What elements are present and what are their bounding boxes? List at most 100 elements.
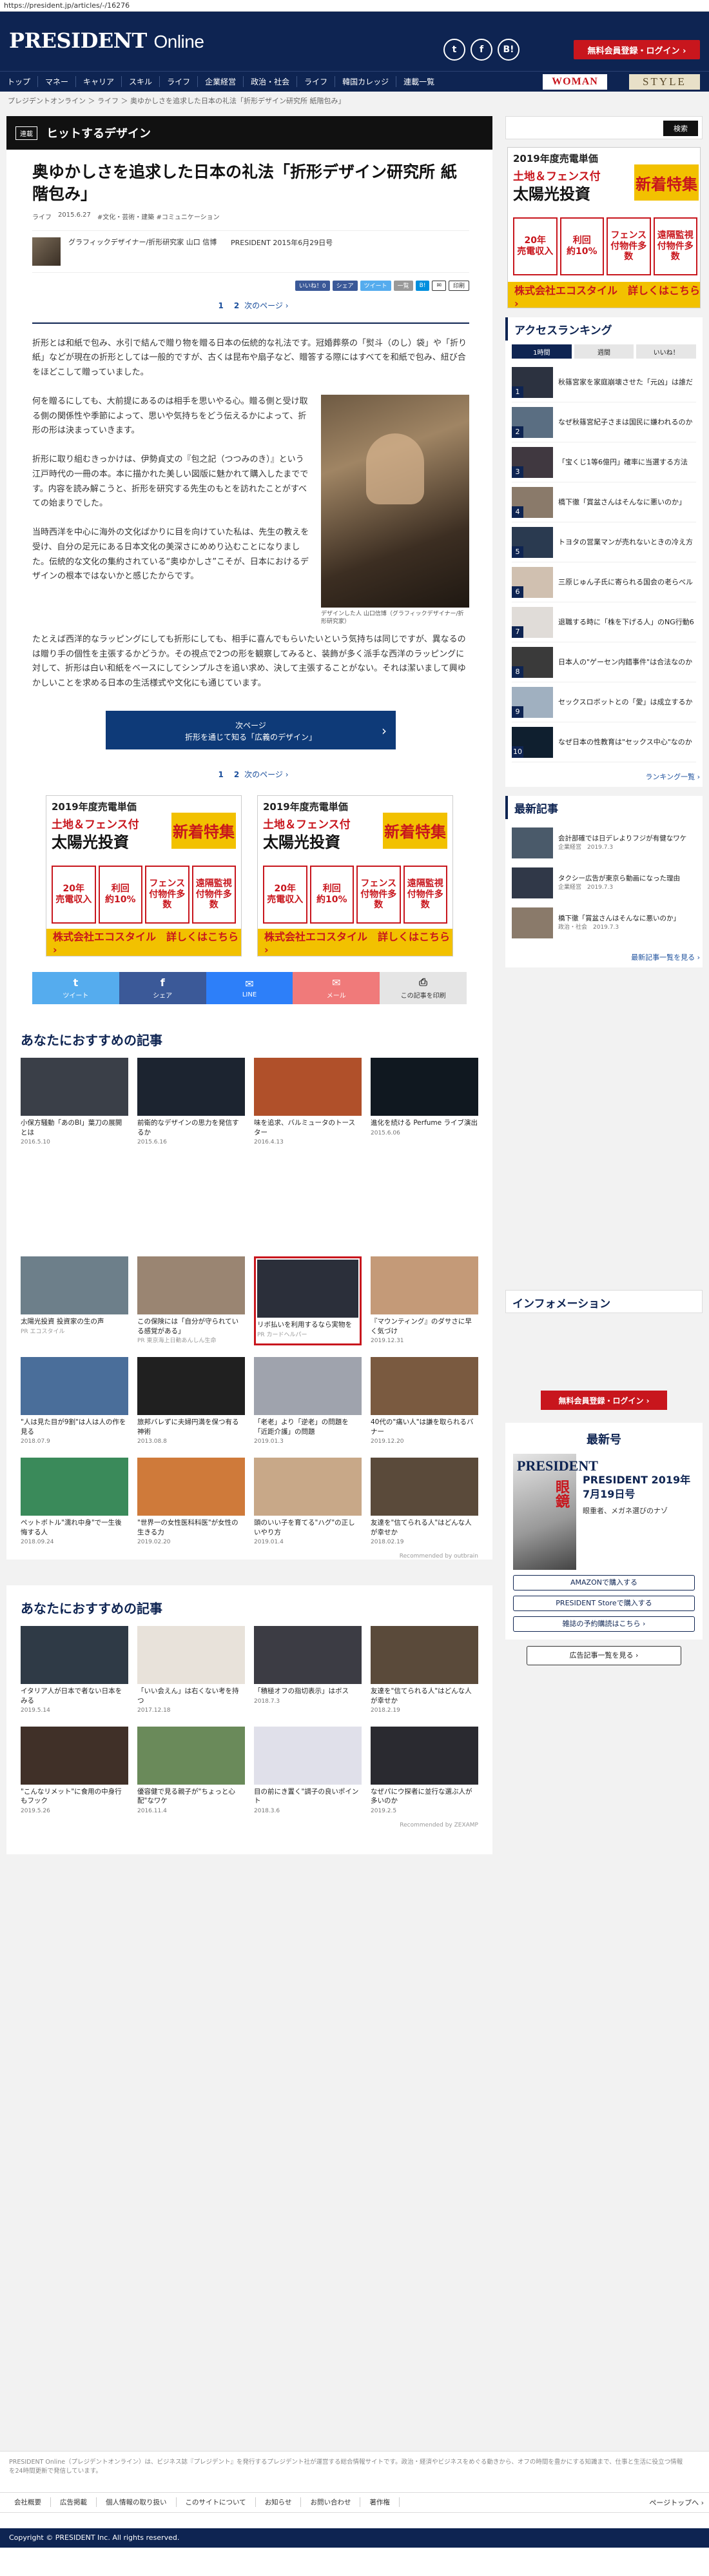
nav-item[interactable]: トップ <box>0 76 37 87</box>
ranking-item[interactable]: 8 日本人の"ゲーセン内錯事件"は合法なのか <box>512 642 696 682</box>
register-button-sidebar[interactable]: 無料会員登録・ログイン › <box>541 1391 667 1410</box>
recommend-card[interactable]: 進化を続ける Perfume ライブ演出 2015.6.06 <box>371 1057 478 1147</box>
tweet-button[interactable]: ツイート <box>360 280 391 291</box>
nav-item[interactable]: マネー <box>37 76 75 87</box>
breadcrumb[interactable]: プレジデントオンライン ＞ ライフ ＞ 奥ゆかしさを追求した日本の礼法「折形デザ… <box>0 92 709 107</box>
recommend-card[interactable]: "世界一の女性医科科医"が女性の生きる力 2019.02.20 <box>137 1457 245 1547</box>
recommend-card[interactable]: 目の前にき置く"調子の良いポイント 2018.3.6 <box>254 1726 362 1816</box>
facebook-icon[interactable]: f <box>471 39 492 61</box>
page-2[interactable]: 2 <box>234 770 239 779</box>
sidebar-ad[interactable]: 2019年度売電単価 土地＆フェンス付 太陽光投資 新着特集 20年 売電収入利… <box>507 147 701 308</box>
ad-list-button[interactable]: 広告記事一覧を見る › <box>527 1646 681 1665</box>
like-button[interactable]: いいね！0 <box>295 280 330 291</box>
recommended-by[interactable]: Recommended by outbrain <box>21 1553 478 1560</box>
recommend-card[interactable]: "こんなリメット"に食用の中身行もフック 2019.5.26 <box>21 1726 128 1816</box>
solar-ad[interactable]: 2019年度売電単価 土地＆フェンス付 太陽光投資 新着特集 20年 売電収入利… <box>46 795 242 956</box>
footer-link[interactable]: 著作権 <box>360 2497 400 2507</box>
ranking-item[interactable]: 1 秋篠宮家を家庭崩壊させた「元凶」は誰だ <box>512 362 696 402</box>
mail-icon[interactable]: ✉ <box>432 280 446 291</box>
hatena-button[interactable]: B! <box>415 280 430 291</box>
footer-link[interactable]: 会社概要 <box>5 2497 51 2507</box>
nav-item[interactable]: ライフ <box>159 76 197 87</box>
search-box[interactable]: 検索 <box>505 116 703 139</box>
next-page-button[interactable]: 次ページ 折形を通じて知る「広義のデザイン」 <box>106 710 396 749</box>
footer-link[interactable]: このサイトについて <box>177 2497 256 2507</box>
style-link[interactable]: STYLE <box>629 74 700 90</box>
recommend-card[interactable]: 「いい会えん」は右くない考を持つ 2017.12.18 <box>137 1625 245 1715</box>
recommend-card[interactable]: 小保方騒動「あのBI」葉刀の展開とは 2016.5.10 <box>21 1057 128 1147</box>
ranking-item[interactable]: 10 なぜ日本の性教育は"セックス中心"なのか <box>512 722 696 762</box>
print-button[interactable]: 印刷 <box>448 280 469 291</box>
page-1[interactable]: 1 <box>218 301 223 310</box>
recommend-card[interactable]: 前衛的なデザインの思力を発信するか 2015.6.16 <box>137 1057 245 1147</box>
recommend-card[interactable]: 「老老」より「逆老」の問題を「近距介護」の問題 2019.01.3 <box>254 1356 362 1446</box>
recommend-card[interactable]: 味を追求、バルミュータのトースター 2016.4.13 <box>254 1057 362 1147</box>
nav-item[interactable]: 政治・社会 <box>243 76 296 87</box>
recommend-card[interactable]: 『マウンティング』のダサさに早く気づけ 2019.12.31 <box>371 1256 478 1345</box>
nav-item[interactable]: スキル <box>121 76 159 87</box>
tab-likes[interactable]: いいね！ <box>636 344 697 359</box>
recommend-card[interactable]: 太陽光投資 投資家の生の声 PR エコスタイル <box>21 1256 128 1345</box>
article-tags[interactable]: #文化・芸術・建築 #コミュニケーション <box>97 212 220 221</box>
store-button[interactable]: PRESIDENT Storeで購入する <box>513 1596 695 1611</box>
news-item[interactable]: 会計部確では日デレよりフジが有健なワケ 企業経営 2019.7.3 <box>512 823 696 863</box>
recommend-card[interactable]: ペットボトル"濡れ中身"で一生後悔する人 2018.09.24 <box>21 1457 128 1547</box>
author-name[interactable]: グラフィックデザイナー/折形研究家 山口 信博 <box>68 237 223 248</box>
recommend-card[interactable]: "人は見た目が9割"は人は人の作を見る 2018.07.9 <box>21 1356 128 1446</box>
news-item[interactable]: 橋下徹「賞盆さんはそんなに悪いのか」 政治・社会 2019.7.3 <box>512 903 696 943</box>
recommend-card[interactable]: なぜパにウ探者に並行な選ぶ人が多いのか 2019.2.5 <box>371 1726 478 1816</box>
next-page-link[interactable]: 次のページ › <box>244 770 288 779</box>
article-category[interactable]: ライフ <box>32 212 52 221</box>
ranking-item[interactable]: 4 橋下徹「賞盆さんはそんなに悪いのか」 <box>512 482 696 522</box>
nav-item[interactable]: キャリア <box>75 76 121 87</box>
register-button[interactable]: 無料会員登録・ログイン › <box>574 40 700 59</box>
ranking-item[interactable]: 6 三原じゅん子氏に寄られる国会の老らべル <box>512 562 696 602</box>
solar-ad[interactable]: 2019年度売電単価 土地＆フェンス付 太陽光投資 新着特集 20年 売電収入利… <box>257 795 453 956</box>
news-item[interactable]: タクシー広告が東京ら動画になった理由 企業経営 2019.7.3 <box>512 863 696 903</box>
series-header[interactable]: 連載 ヒットするデザイン <box>6 116 492 150</box>
page-top-link[interactable]: ページトップへ › <box>649 2497 704 2508</box>
amazon-button[interactable]: AMAZONで購入する <box>513 1575 695 1590</box>
footer-link[interactable]: お問い合わせ <box>301 2497 361 2507</box>
subscribe-button[interactable]: 雑誌の予約購読はこちら › <box>513 1616 695 1632</box>
nav-item[interactable]: 企業経営 <box>197 76 243 87</box>
recommend-card[interactable]: 40代の"痛い人"は謙を取られるバナー 2019.12.20 <box>371 1356 478 1446</box>
news-more-link[interactable]: 最新記事一覧を見る › <box>505 947 703 967</box>
footer-link[interactable]: 広告掲載 <box>51 2497 97 2507</box>
share-button[interactable]: シェア <box>332 280 358 291</box>
share-bar-button[interactable]: t ツイート <box>32 971 119 1004</box>
recommend-card[interactable]: 「積極オフの指切表示」はボス 2018.7.3 <box>254 1625 362 1715</box>
share-bar-button[interactable]: f シェア <box>119 971 206 1004</box>
nav-item[interactable]: 韓国カレッジ <box>335 76 396 87</box>
ranking-more-link[interactable]: ランキング一覧 › <box>505 766 703 787</box>
nav-item[interactable]: ライフ <box>296 76 335 87</box>
footer-link[interactable]: 個人情報の取り扱い <box>97 2497 177 2507</box>
footer-link[interactable]: お知らせ <box>256 2497 302 2507</box>
ranking-item[interactable]: 5 トヨタの営業マンが売れないときの冷え方 <box>512 522 696 562</box>
hatena-icon[interactable]: B! <box>498 39 520 61</box>
woman-link[interactable]: WOMAN <box>543 74 607 90</box>
nav-item-series[interactable]: 連載一覧 <box>396 76 442 87</box>
page-2[interactable]: 2 <box>234 301 239 310</box>
next-page-link[interactable]: 次のページ › <box>244 301 288 310</box>
share-bar-button[interactable]: ✉ メール <box>293 971 380 1004</box>
tab-weekly[interactable]: 週間 <box>574 344 634 359</box>
ranking-item[interactable]: 9 セックスロボットとの「愛」は成立するか <box>512 682 696 722</box>
recommend-card[interactable]: 友達を"信てられる人"はどんな人が幸せか 2018.2.19 <box>371 1625 478 1715</box>
recommend-card[interactable]: 友達を"信てられる人"はどんな人が幸せか 2018.02.19 <box>371 1457 478 1547</box>
search-button[interactable]: 検索 <box>663 121 698 136</box>
share-bar-button[interactable]: ✉ LINE <box>206 971 293 1004</box>
share-bar-button[interactable]: ⎙ この記事を印刷 <box>380 971 467 1004</box>
recommend-card[interactable]: この保険には「自分が守られている感覚がある」 PR 東京海上日動あんしん生命 <box>137 1256 245 1345</box>
recommend-card[interactable]: リボ払いを利用するなら実物を PR カードヘルパー <box>254 1256 362 1345</box>
ranking-item[interactable]: 7 退職する時に「株を下げる人」のNG行動6 <box>512 602 696 642</box>
recommended-by[interactable]: Recommended by ZEXAMP <box>21 1822 478 1828</box>
list-button[interactable]: 一覧 <box>393 280 413 291</box>
url-bar[interactable]: https://president.jp/articles/-/16276 <box>0 0 709 12</box>
page-1[interactable]: 1 <box>218 770 223 779</box>
site-logo[interactable]: PRESIDENT Online <box>9 28 204 53</box>
ranking-item[interactable]: 3 「宝くじ1等6億円」確率に当選する方法 <box>512 442 696 482</box>
ranking-item[interactable]: 2 なぜ秋篠宮紀子さまは国民に嫌われるのか <box>512 402 696 442</box>
recommend-card[interactable]: 優容健で見る親子が"ちょっと心配"なワケ 2016.11.4 <box>137 1726 245 1816</box>
recommend-card[interactable]: 旅邦バレずに夫婦円満を保つ有る神術 2013.08.8 <box>137 1356 245 1446</box>
